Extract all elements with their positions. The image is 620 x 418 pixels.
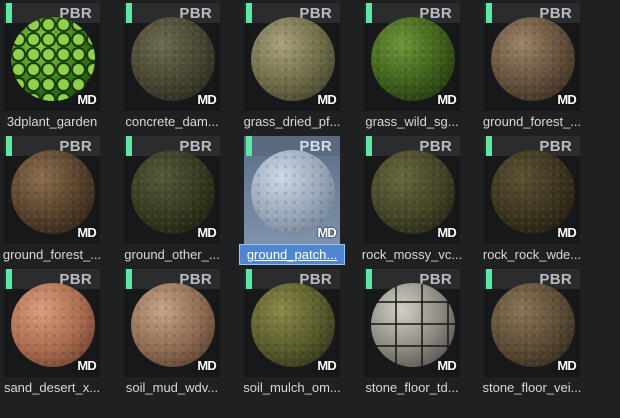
md-badge: MD: [437, 92, 456, 107]
material-name[interactable]: concrete_dam...: [120, 112, 224, 131]
pbr-marker: [6, 3, 12, 23]
pbr-marker: [126, 269, 132, 289]
material-preview-sphere: [131, 150, 215, 234]
pbr-marker: [486, 3, 492, 23]
material-tile[interactable]: PBR MD ground_other_...: [120, 136, 224, 264]
material-name[interactable]: grass_wild_sg...: [360, 112, 464, 131]
material-thumbnail[interactable]: PBR MD: [244, 3, 340, 111]
material-name[interactable]: rock_rock_wde...: [480, 245, 584, 264]
pbr-marker: [6, 136, 12, 156]
md-badge: MD: [557, 358, 576, 373]
material-thumbnail[interactable]: PBR MD: [364, 269, 460, 377]
material-tile[interactable]: PBR MD soil_mulch_om...: [240, 269, 344, 397]
material-tile[interactable]: PBR MD sand_desert_x...: [0, 269, 104, 397]
md-badge: MD: [77, 225, 96, 240]
material-tile[interactable]: PBR MD soil_mud_wdv...: [120, 269, 224, 397]
pbr-marker: [246, 136, 252, 156]
material-thumbnail[interactable]: PBR MD: [4, 136, 100, 244]
pbr-marker: [6, 269, 12, 289]
pbr-marker: [486, 136, 492, 156]
material-preview-sphere: [11, 283, 95, 367]
material-name[interactable]: soil_mud_wdv...: [120, 378, 224, 397]
material-tile[interactable]: PBR MD rock_mossy_vc...: [360, 136, 464, 264]
material-thumbnail[interactable]: PBR MD: [364, 3, 460, 111]
md-badge: MD: [317, 92, 336, 107]
material-tile[interactable]: PBR MD grass_dried_pf...: [240, 3, 344, 131]
material-preview-sphere: [131, 17, 215, 101]
material-tile[interactable]: PBR MD stone_floor_vei...: [480, 269, 584, 397]
material-tile[interactable]: PBR MD stone_floor_td...: [360, 269, 464, 397]
md-badge: MD: [317, 225, 336, 240]
material-preview-sphere: [11, 150, 95, 234]
material-preview-sphere: [491, 283, 575, 367]
pbr-marker: [366, 269, 372, 289]
material-preview-sphere: [251, 17, 335, 101]
material-tile[interactable]: PBR MD grass_wild_sg...: [360, 3, 464, 131]
material-preview-sphere: [491, 17, 575, 101]
material-name[interactable]: sand_desert_x...: [0, 378, 104, 397]
material-name[interactable]: 3dplant_garden: [0, 112, 104, 131]
material-name[interactable]: ground_other_...: [120, 245, 224, 264]
md-badge: MD: [317, 358, 336, 373]
material-tile[interactable]: PBR MD ground_patch...: [239, 136, 345, 265]
material-preview-sphere: [371, 17, 455, 101]
md-badge: MD: [557, 92, 576, 107]
material-thumbnail[interactable]: PBR MD: [484, 136, 580, 244]
material-name[interactable]: ground_forest_...: [480, 112, 584, 131]
material-thumbnail[interactable]: PBR MD: [124, 269, 220, 377]
material-tile[interactable]: PBR MD rock_rock_wde...: [480, 136, 584, 264]
material-name[interactable]: ground_patch...: [239, 244, 345, 265]
pbr-marker: [126, 3, 132, 23]
material-thumbnail[interactable]: PBR MD: [484, 269, 580, 377]
material-preview-sphere: [371, 150, 455, 234]
material-name[interactable]: grass_dried_pf...: [240, 112, 344, 131]
md-badge: MD: [197, 358, 216, 373]
material-thumbnail[interactable]: PBR MD: [124, 136, 220, 244]
material-tile[interactable]: PBR MD concrete_dam...: [120, 3, 224, 131]
md-badge: MD: [437, 225, 456, 240]
material-tile[interactable]: PBR MD 3dplant_garden: [0, 3, 104, 131]
material-preview-sphere: [251, 283, 335, 367]
material-preview-sphere: [131, 283, 215, 367]
pbr-marker: [366, 136, 372, 156]
material-grid: PBR MD 3dplant_garden PBR MD concrete_dam... P…: [0, 0, 620, 418]
material-thumbnail[interactable]: PBR MD: [364, 136, 460, 244]
material-thumbnail[interactable]: PBR MD: [124, 3, 220, 111]
material-name[interactable]: rock_mossy_vc...: [360, 245, 464, 264]
pbr-marker: [366, 3, 372, 23]
pbr-marker: [486, 269, 492, 289]
md-badge: MD: [197, 225, 216, 240]
material-thumbnail[interactable]: PBR MD: [4, 3, 100, 111]
md-badge: MD: [197, 92, 216, 107]
material-preview-sphere: [491, 150, 575, 234]
md-badge: MD: [77, 358, 96, 373]
material-name[interactable]: ground_forest_...: [0, 245, 104, 264]
material-tile[interactable]: PBR MD ground_forest_...: [480, 3, 584, 131]
material-thumbnail[interactable]: PBR MD: [244, 269, 340, 377]
material-preview-sphere: [371, 283, 455, 367]
material-thumbnail[interactable]: PBR MD: [4, 269, 100, 377]
material-tile[interactable]: PBR MD ground_forest_...: [0, 136, 104, 264]
md-badge: MD: [557, 225, 576, 240]
material-name[interactable]: stone_floor_td...: [360, 378, 464, 397]
pbr-marker: [126, 136, 132, 156]
material-name[interactable]: soil_mulch_om...: [240, 378, 344, 397]
material-thumbnail[interactable]: PBR MD: [484, 3, 580, 111]
md-badge: MD: [77, 92, 96, 107]
pbr-marker: [246, 269, 252, 289]
material-name[interactable]: stone_floor_vei...: [480, 378, 584, 397]
material-preview-sphere: [251, 150, 335, 234]
md-badge: MD: [437, 358, 456, 373]
material-thumbnail[interactable]: PBR MD: [244, 136, 340, 244]
material-preview-sphere: [11, 17, 95, 101]
pbr-marker: [246, 3, 252, 23]
